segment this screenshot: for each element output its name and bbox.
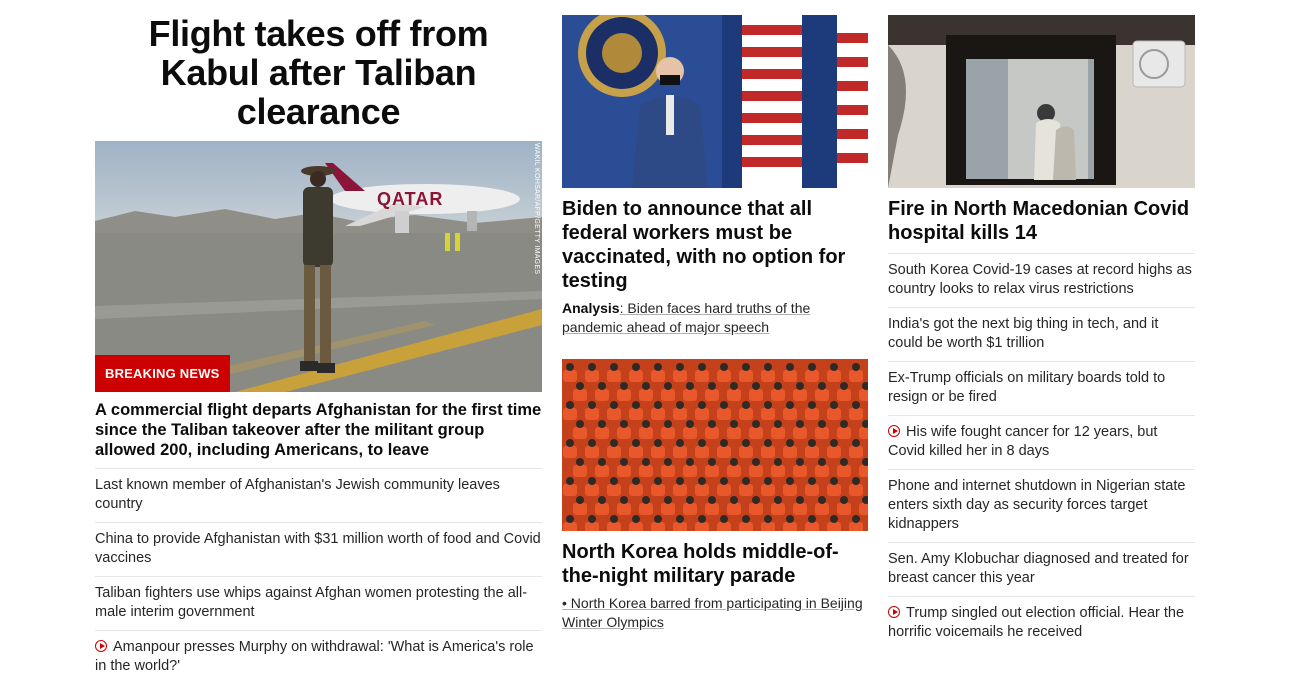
right-stories-column: Fire in North Macedonian Covid hospital … [888,0,1195,650]
hospital-fire-image[interactable] [888,15,1195,188]
middle-stories-column: Biden to announce that all federal worke… [562,0,868,632]
lead-story-column: Flight takes off from Kabul after Taliba… [95,0,542,684]
north-korea-related-link[interactable]: • North Korea barred from participating … [562,594,868,632]
more-stories-list: South Korea Covid-19 cases at record hig… [888,253,1195,650]
analysis-link[interactable]: Analysis: Biden faces hard truths of the… [562,299,868,337]
list-item[interactable]: Amanpour presses Murphy on withdrawal: '… [95,631,542,684]
list-item-text: His wife fought cancer for 12 years, but… [888,424,1158,459]
analysis-label: Analysis [562,300,620,316]
list-item[interactable]: India's got the next big thing in tech, … [888,308,1195,362]
breaking-news-badge: BREAKING NEWS [95,355,230,392]
list-item-text: South Korea Covid-19 cases at record hig… [888,262,1192,297]
biden-story-headline[interactable]: Biden to announce that all federal worke… [562,197,868,293]
play-video-icon [888,606,900,618]
north-korea-story-headline[interactable]: North Korea holds middle-of-the-night mi… [562,540,868,588]
play-video-icon [888,425,900,437]
north-korea-story-image[interactable] [562,359,868,531]
parade-photo [562,359,868,531]
list-item[interactable]: Last known member of Afghanistan's Jewis… [95,469,542,523]
press-photo [562,15,868,188]
lead-story-title[interactable]: Flight takes off from Kabul after Taliba… [95,14,542,131]
list-item-text: Ex-Trump officials on military boards to… [888,370,1166,405]
list-item[interactable]: Sen. Amy Klobuchar diagnosed and treated… [888,543,1195,597]
list-item-text: Amanpour presses Murphy on withdrawal: '… [95,639,534,674]
list-item[interactable]: China to provide Afghanistan with $31 mi… [95,523,542,577]
list-item-text: Trump singled out election official. Hea… [888,605,1185,640]
photo-credit: WAKIL KOHSAR/AFP/GETTY IMAGES [533,143,540,275]
list-item[interactable]: Ex-Trump officials on military boards to… [888,362,1195,416]
list-item-text: Last known member of Afghanistan's Jewis… [95,477,500,512]
plane-livery-text: QATAR [377,189,443,209]
list-item-text: Phone and internet shutdown in Nigerian … [888,478,1186,532]
related-stories-list: Last known member of Afghanistan's Jewis… [95,469,542,684]
play-video-icon [95,640,107,652]
list-item[interactable]: Trump singled out election official. Hea… [888,597,1195,650]
list-item[interactable]: His wife fought cancer for 12 years, but… [888,416,1195,470]
hospital-fire-headline[interactable]: Fire in North Macedonian Covid hospital … [888,197,1195,245]
list-item-text: India's got the next big thing in tech, … [888,316,1159,351]
list-item-text: Taliban fighters use whips against Afgha… [95,585,528,620]
lead-story-image[interactable]: QATAR WAKIL KOHSAR/AFP/GETTY IMAGES BREA… [95,141,542,392]
lead-story-headline[interactable]: A commercial flight departs Afghanistan … [95,400,542,469]
burned-window-photo [888,15,1195,188]
list-item[interactable]: Phone and internet shutdown in Nigerian … [888,470,1195,543]
list-item-text: China to provide Afghanistan with $31 mi… [95,531,541,566]
list-item[interactable]: South Korea Covid-19 cases at record hig… [888,254,1195,308]
list-item-text: Sen. Amy Klobuchar diagnosed and treated… [888,551,1189,586]
list-item[interactable]: Taliban fighters use whips against Afgha… [95,577,542,631]
biden-story-image[interactable] [562,15,868,188]
